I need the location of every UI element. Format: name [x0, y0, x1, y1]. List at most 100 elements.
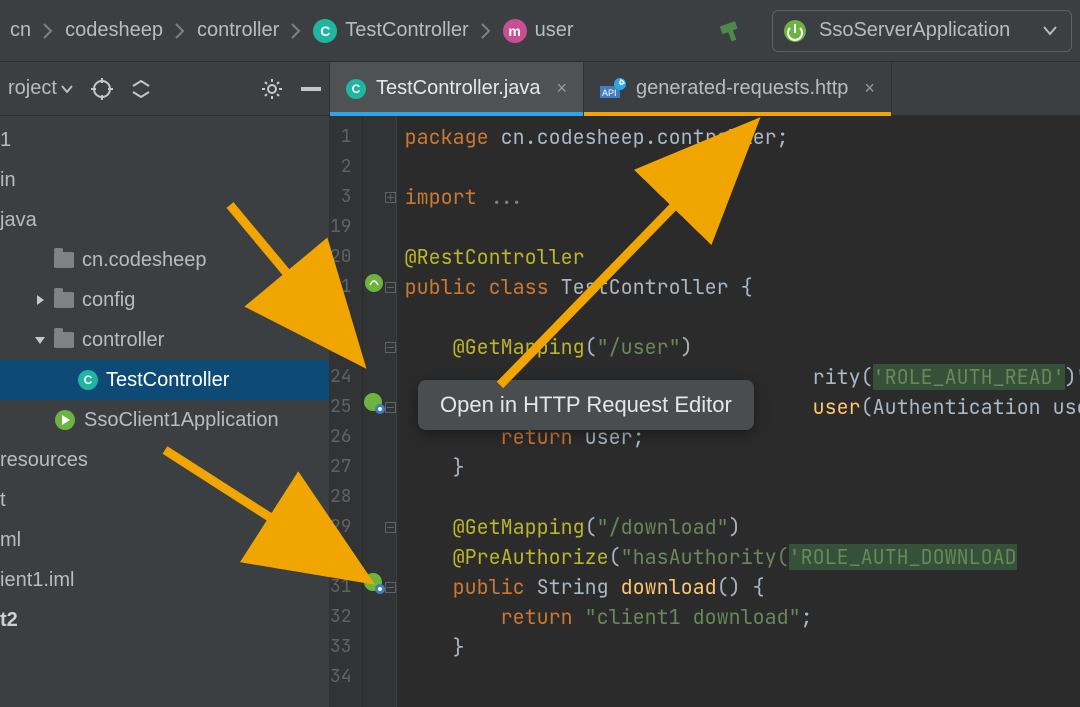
- tree-label: t: [0, 489, 6, 512]
- tree-row[interactable]: CTestController: [0, 360, 329, 400]
- secondary-toolbar: roject C TestController.java × API gener…: [0, 62, 1080, 116]
- tree-row[interactable]: t2: [0, 600, 329, 640]
- tree-row[interactable]: SsoClient1Application: [0, 400, 329, 440]
- breadcrumb-label: controller: [197, 19, 279, 42]
- line-number: 34: [330, 662, 352, 692]
- tree-row[interactable]: ient1.iml: [0, 560, 329, 600]
- tree-row[interactable]: 1: [0, 120, 329, 160]
- close-icon[interactable]: ×: [864, 78, 875, 99]
- chevron-right-icon: [287, 23, 305, 39]
- breadcrumb-label: codesheep: [65, 19, 163, 42]
- chevron-right-icon: [39, 23, 57, 39]
- editor-tab[interactable]: API generated-requests.http ×: [584, 62, 892, 115]
- chevron-right-icon: [171, 23, 189, 39]
- code-line: @GetMapping("/download"): [405, 514, 741, 540]
- code-line: }: [405, 634, 465, 660]
- breadcrumb-item[interactable]: codesheep: [59, 17, 169, 44]
- tree-label: TestController: [106, 369, 229, 392]
- tree-row[interactable]: config: [0, 280, 329, 320]
- tree-row[interactable]: java: [0, 200, 329, 240]
- breadcrumb-item[interactable]: controller: [191, 17, 285, 44]
- fold-toggle-icon[interactable]: [385, 282, 396, 293]
- editor-tab[interactable]: C TestController.java ×: [330, 62, 584, 115]
- code-line: package cn.codesheep.controller;: [405, 124, 789, 150]
- tree-label: cn.codesheep: [82, 249, 207, 272]
- class-icon: C: [346, 79, 366, 99]
- gutter-line-numbers: 12319202122232425262728293031323334: [330, 116, 363, 707]
- tree-row[interactable]: resources: [0, 440, 329, 480]
- method-icon: m: [503, 19, 527, 43]
- top-toolbar: cn codesheep controller C TestController…: [0, 0, 1080, 62]
- tooltip-text: Open in HTTP Request Editor: [440, 392, 732, 417]
- code-line: }: [405, 454, 465, 480]
- line-number: 24: [330, 362, 352, 392]
- code-line: import ...: [405, 184, 525, 210]
- run-config-label: SsoServerApplication: [819, 19, 1010, 42]
- gutter-fold[interactable]: [385, 116, 397, 707]
- build-hammer-icon[interactable]: [716, 17, 746, 45]
- line-number: 33: [330, 632, 352, 662]
- tree-disclosure-icon[interactable]: [34, 294, 46, 306]
- breadcrumb-item[interactable]: m user: [497, 17, 580, 45]
- fold-toggle-icon[interactable]: [385, 522, 396, 533]
- line-number: 27: [330, 452, 352, 482]
- close-icon[interactable]: ×: [557, 78, 568, 99]
- editor-tab-label: generated-requests.http: [636, 77, 848, 100]
- tree-disclosure-icon[interactable]: [34, 334, 46, 346]
- chevron-down-icon: [61, 85, 73, 93]
- tree-label: t2: [0, 609, 18, 632]
- tree-label: ml: [0, 529, 21, 552]
- gutter-icons: [363, 116, 385, 707]
- breadcrumb-item[interactable]: cn: [4, 17, 37, 44]
- editor-tab-label: TestController.java: [376, 77, 541, 100]
- tree-label: SsoClient1Application: [84, 409, 279, 432]
- project-tool-label[interactable]: roject: [8, 77, 73, 100]
- breadcrumb-label: user: [535, 19, 574, 42]
- line-number: 3: [330, 182, 352, 212]
- code-line: return "client1 download";: [405, 604, 813, 630]
- tree-label: java: [0, 209, 37, 232]
- tree-row[interactable]: ml: [0, 520, 329, 560]
- hide-icon[interactable]: [301, 87, 321, 91]
- fold-toggle-icon[interactable]: [385, 402, 396, 413]
- gutter-tooltip: Open in HTTP Request Editor: [418, 380, 754, 430]
- spring-endpoint-icon[interactable]: [363, 572, 385, 603]
- spring-bean-icon[interactable]: [364, 272, 384, 302]
- project-tree[interactable]: 1 in java cn.codesheep configcontrollerCTest…: [0, 116, 330, 707]
- line-number: 1: [330, 122, 352, 152]
- spring-endpoint-icon[interactable]: [363, 392, 385, 423]
- line-number: 19: [330, 212, 352, 242]
- tree-row[interactable]: cn.codesheep: [0, 240, 329, 280]
- run-config-selector[interactable]: SsoServerApplication: [772, 10, 1072, 52]
- tree-label: resources: [0, 449, 88, 472]
- expand-all-icon[interactable]: [131, 79, 151, 99]
- folder-icon: [54, 252, 74, 268]
- breadcrumb-label: TestController: [345, 19, 468, 42]
- http-api-icon: API: [600, 78, 626, 100]
- spring-run-icon: [54, 409, 76, 431]
- breadcrumb: cn codesheep controller C TestController…: [4, 17, 690, 45]
- gear-icon[interactable]: [261, 78, 283, 100]
- fold-toggle-icon[interactable]: [385, 582, 396, 593]
- tree-row[interactable]: t: [0, 480, 329, 520]
- line-number: 31: [330, 572, 352, 602]
- line-number: 2: [330, 152, 352, 182]
- line-number: 29: [330, 512, 352, 542]
- line-number: 26: [330, 422, 352, 452]
- chevron-down-icon: [1043, 26, 1057, 36]
- editor-tabs: C TestController.java × API generated-re…: [330, 62, 1080, 115]
- fold-toggle-icon[interactable]: [385, 342, 396, 353]
- breadcrumb-item[interactable]: C TestController: [307, 17, 474, 45]
- line-number: 28: [330, 482, 352, 512]
- fold-toggle-icon[interactable]: [385, 192, 396, 203]
- code-line: public String download() {: [405, 574, 765, 600]
- target-icon[interactable]: [91, 78, 113, 100]
- line-number: 32: [330, 602, 352, 632]
- breadcrumb-label: cn: [10, 19, 31, 42]
- svg-text:API: API: [602, 88, 617, 98]
- tree-row[interactable]: controller: [0, 320, 329, 360]
- line-number: 21: [330, 272, 352, 302]
- tree-row[interactable]: in: [0, 160, 329, 200]
- line-number: 25: [330, 392, 352, 422]
- tree-label: 1: [0, 129, 11, 152]
